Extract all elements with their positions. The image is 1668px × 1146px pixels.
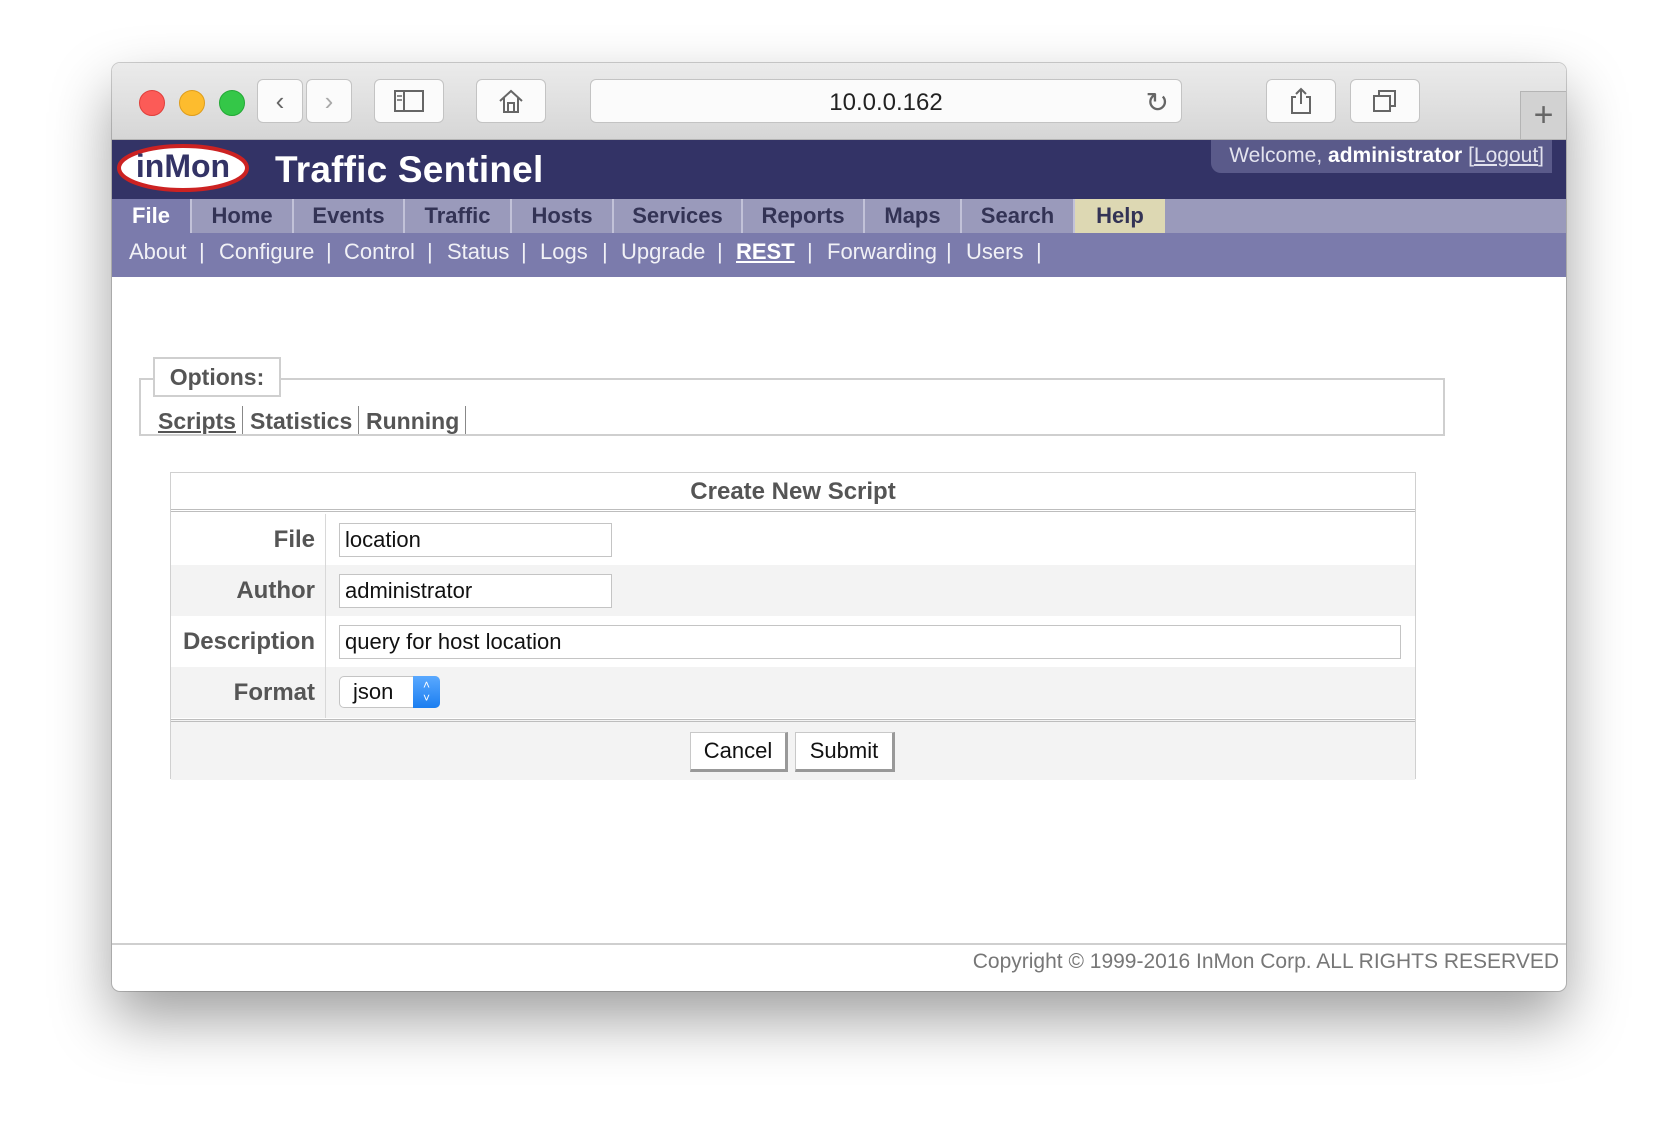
author-row: Author administrator — [171, 565, 1415, 616]
author-input[interactable]: administrator — [339, 574, 612, 608]
subnav-separator: | — [427, 239, 433, 264]
subnav-separator: | — [602, 239, 608, 264]
format-select[interactable]: json ˄ ˅ — [339, 676, 440, 708]
subnav-logs[interactable]: Logs — [540, 239, 588, 265]
cancel-button[interactable]: Cancel — [690, 732, 788, 772]
subnav-about[interactable]: About — [129, 239, 187, 265]
option-scripts[interactable]: Scripts — [158, 408, 236, 435]
subnav-configure[interactable]: Configure — [219, 239, 314, 265]
tabs-button[interactable] — [1350, 79, 1420, 123]
share-button[interactable] — [1266, 79, 1336, 123]
footer-divider — [112, 943, 1566, 945]
file-row: File location — [171, 514, 1415, 565]
nav-events[interactable]: Events — [294, 199, 405, 233]
zoom-window-button[interactable] — [219, 90, 245, 116]
address-bar[interactable]: 10.0.0.162 ↻ — [590, 79, 1182, 123]
forward-button[interactable]: › — [306, 79, 352, 123]
reload-icon[interactable]: ↻ — [1146, 86, 1169, 119]
logout-link[interactable]: Logout — [1474, 144, 1538, 167]
minimize-window-button[interactable] — [179, 90, 205, 116]
description-row: Description query for host location — [171, 616, 1415, 667]
chevron-right-icon: › — [324, 85, 334, 116]
share-icon — [1291, 87, 1311, 114]
main-nav: File Home Events Traffic Hosts Services … — [112, 199, 1566, 233]
home-button[interactable] — [476, 79, 546, 123]
subnav-separator: | — [199, 239, 205, 264]
username: administrator — [1328, 144, 1463, 167]
form-actions: Cancel Submit — [171, 719, 1415, 780]
option-separator — [242, 406, 243, 434]
app-title: Traffic Sentinel — [275, 149, 544, 190]
option-statistics[interactable]: Statistics — [250, 408, 352, 435]
option-separator — [358, 406, 359, 434]
svg-text:inMon: inMon — [136, 148, 230, 184]
nav-services[interactable]: Services — [614, 199, 743, 233]
url-text: 10.0.0.162 — [829, 89, 943, 116]
subnav-separator: | — [717, 239, 723, 264]
nav-reports[interactable]: Reports — [743, 199, 865, 233]
chevron-left-icon: ‹ — [275, 85, 285, 116]
format-selected-value: json — [353, 679, 394, 704]
file-input[interactable]: location — [339, 523, 612, 557]
subnav-control[interactable]: Control — [344, 239, 415, 265]
tabs-icon — [1373, 90, 1396, 112]
chevron-up-down-icon: ˄ ˅ — [413, 676, 440, 708]
description-label: Description — [171, 616, 326, 667]
plus-icon: + — [1533, 96, 1554, 134]
form-title: Create New Script — [171, 473, 1415, 512]
close-window-button[interactable] — [139, 90, 165, 116]
inmon-logo: inMon — [117, 144, 249, 192]
welcome-prefix: Welcome, — [1229, 144, 1323, 167]
subnav-upgrade[interactable]: Upgrade — [621, 239, 705, 265]
copyright-text: Copyright © 1999-2016 InMon Corp. ALL RI… — [972, 950, 1559, 973]
new-tab-button[interactable]: + — [1520, 91, 1566, 139]
browser-toolbar: ‹ › 10.0.0.162 ↻ + — [112, 63, 1566, 140]
nav-search[interactable]: Search — [962, 199, 1075, 233]
option-separator — [465, 406, 466, 434]
subnav-status[interactable]: Status — [447, 239, 509, 265]
browser-window: ‹ › 10.0.0.162 ↻ + inMon Traffic Sentine… — [112, 63, 1566, 991]
logout-close-bracket: ] — [1538, 144, 1544, 167]
subnav-separator: | — [946, 239, 952, 264]
description-input[interactable]: query for host location — [339, 625, 1401, 659]
nav-home[interactable]: Home — [192, 199, 294, 233]
home-icon — [499, 89, 523, 113]
subnav-users[interactable]: Users — [966, 239, 1023, 265]
nav-hosts[interactable]: Hosts — [512, 199, 614, 233]
subnav-separator: | — [1036, 239, 1042, 264]
nav-maps[interactable]: Maps — [865, 199, 962, 233]
create-script-form: Create New Script File location Author a… — [170, 472, 1416, 780]
option-running[interactable]: Running — [366, 408, 459, 435]
submit-button[interactable]: Submit — [795, 732, 895, 772]
subnav-separator: | — [807, 239, 813, 264]
sidebar-button[interactable] — [374, 79, 444, 123]
sub-nav: About | Configure | Control | Status | L… — [112, 233, 1566, 277]
format-label: Format — [171, 667, 326, 718]
subnav-forwarding[interactable]: Forwarding — [827, 239, 937, 265]
file-label: File — [171, 514, 326, 565]
nav-file[interactable]: File — [112, 199, 192, 233]
author-label: Author — [171, 565, 326, 616]
app-header: inMon Traffic Sentinel Welcome, administ… — [112, 140, 1566, 199]
welcome-banner: Welcome, administrator [Logout] — [1211, 140, 1552, 173]
format-row: Format json ˄ ˅ — [171, 667, 1415, 718]
sidebar-icon — [394, 90, 424, 112]
back-button[interactable]: ‹ — [257, 79, 303, 123]
subnav-separator: | — [521, 239, 527, 264]
subnav-separator: | — [326, 239, 332, 264]
options-legend: Options: — [153, 357, 281, 397]
subnav-rest[interactable]: REST — [736, 239, 795, 265]
nav-traffic[interactable]: Traffic — [405, 199, 512, 233]
nav-help[interactable]: Help — [1075, 199, 1165, 233]
